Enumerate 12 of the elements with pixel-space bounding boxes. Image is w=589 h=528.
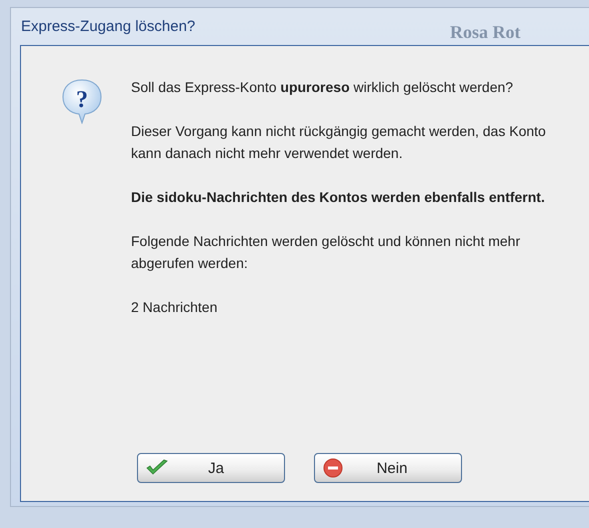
- dialog-title: Express-Zugang löschen?: [21, 18, 196, 35]
- question-bubble-icon: ?: [61, 78, 103, 124]
- yes-button[interactable]: Ja: [137, 453, 285, 483]
- minus-circle-icon: [323, 458, 343, 478]
- message-text: Die sidoku-Nachrichten des Kontos werden ebenfalls entfernt.: [131, 188, 546, 207]
- message-text: Dieser Vorgang kann nicht rückgängig gemacht werden, das Konto kann danach nicht mehr verwendet werden.: [131, 122, 547, 163]
- message-text: Folgende Nachrichten werden gelöscht und können nicht mehr abgerufen werden:: [131, 232, 522, 273]
- no-button[interactable]: Nein: [314, 453, 462, 483]
- checkmark-icon: [146, 459, 168, 477]
- background-window-title: Rosa Rot: [450, 22, 520, 42]
- message-text: Soll das Express-Konto upuroreso wirklich gelöscht werden?: [131, 78, 514, 97]
- message-text: 2 Nachrichten: [131, 298, 218, 317]
